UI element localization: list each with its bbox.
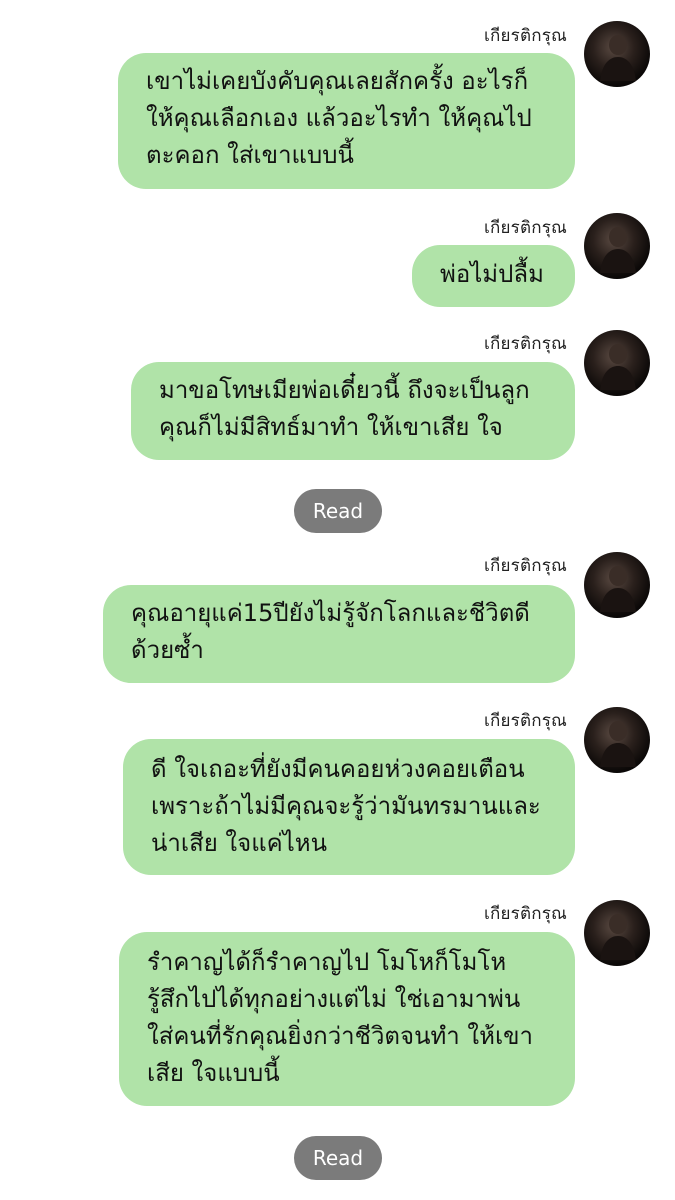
message-line: คุณอายุแค่15ปียังไม่รู้จักโลกและชีวิตดี bbox=[131, 599, 530, 627]
message-line: เขาไม่เคยบังคับคุณเลยสักครั้ง อะไรก็ bbox=[146, 67, 529, 95]
message-line: คุณก็ไม่มีสิทธ์มาทำ ให้เขาเสีย ใจ bbox=[159, 413, 503, 441]
avatar[interactable] bbox=[584, 21, 650, 87]
message-bubble[interactable]: ดี ใจเถอะที่ยังมีคนคอยห่วงคอยเตือน เพราะ… bbox=[123, 739, 575, 875]
sender-name: เกียรติกรุณ bbox=[483, 26, 567, 46]
message-bubble[interactable]: เขาไม่เคยบังคับคุณเลยสักครั้ง อะไรก็ ให้… bbox=[118, 53, 575, 189]
avatar-figure-icon bbox=[600, 721, 636, 767]
avatar-figure-icon bbox=[600, 566, 636, 612]
sender-name: เกียรติกรุณ bbox=[483, 556, 567, 576]
avatar[interactable] bbox=[584, 552, 650, 618]
read-receipt: Read bbox=[294, 489, 382, 533]
message-line: รำคาญได้ก็รำคาญไป โมโหก็โมโห bbox=[147, 948, 507, 976]
avatar-figure-icon bbox=[600, 35, 636, 81]
message-line: น่าเสีย ใจแค่ไหน bbox=[151, 829, 328, 857]
sender-name: เกียรติกรุณ bbox=[483, 711, 567, 731]
message-line: มาขอโทษเมียพ่อเดี๋ยวนี้ ถึงจะเป็นลูก bbox=[159, 376, 530, 404]
avatar[interactable] bbox=[584, 707, 650, 773]
message-line: ใส่คนที่รักคุณยิ่งกว่าชีวิตจนทำ ให้เขา bbox=[147, 1022, 534, 1050]
message-bubble[interactable]: มาขอโทษเมียพ่อเดี๋ยวนี้ ถึงจะเป็นลูก คุณ… bbox=[131, 362, 575, 460]
message-bubble[interactable]: รำคาญได้ก็รำคาญไป โมโหก็โมโห รู้สึกไปได้… bbox=[119, 932, 575, 1106]
avatar-figure-icon bbox=[600, 914, 636, 960]
message-line: ตะคอก ใส่เขาแบบนี้ bbox=[146, 141, 354, 169]
read-receipt: Read bbox=[294, 1136, 382, 1180]
avatar-figure-icon bbox=[600, 344, 636, 390]
avatar[interactable] bbox=[584, 213, 650, 279]
message-bubble[interactable]: คุณอายุแค่15ปียังไม่รู้จักโลกและชีวิตดี … bbox=[103, 585, 575, 683]
message-line: ด้วยซ้ำ bbox=[131, 636, 204, 664]
avatar-figure-icon bbox=[600, 227, 636, 273]
message-line: เพราะถ้าไม่มีคุณจะรู้ว่ามันทรมานและ bbox=[151, 792, 541, 820]
message-line: พ่อไม่ปลื้ม bbox=[440, 260, 544, 288]
sender-name: เกียรติกรุณ bbox=[483, 218, 567, 238]
sender-name: เกียรติกรุณ bbox=[483, 334, 567, 354]
message-line: รู้สึกไปได้ทุกอย่างแต่ไม่ ใช่เอามาพ่น bbox=[147, 985, 521, 1013]
message-line: ดี ใจเถอะที่ยังมีคนคอยห่วงคอยเตือน bbox=[151, 755, 525, 783]
sender-name: เกียรติกรุณ bbox=[483, 904, 567, 924]
message-bubble[interactable]: พ่อไม่ปลื้ม bbox=[412, 245, 575, 307]
message-line: ให้คุณเลือกเอง แล้วอะไรทำ ให้คุณไป bbox=[146, 104, 532, 132]
avatar[interactable] bbox=[584, 330, 650, 396]
message-line: เสีย ใจแบบนี้ bbox=[147, 1059, 280, 1087]
avatar[interactable] bbox=[584, 900, 650, 966]
